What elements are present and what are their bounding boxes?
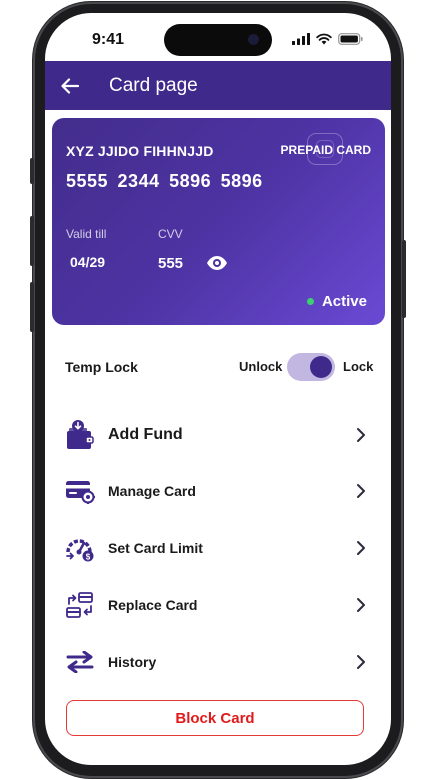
menu-item-label: Replace Card bbox=[108, 597, 198, 613]
wallet-download-icon bbox=[65, 420, 95, 450]
card-holder-name: XYZ JJIDO FIHHNJJD bbox=[66, 143, 214, 159]
toggle-knob bbox=[310, 356, 332, 378]
card-status: Active bbox=[306, 293, 367, 310]
chevron-right-icon bbox=[357, 598, 365, 612]
lock-label: Lock bbox=[343, 359, 374, 374]
menu-item-history[interactable]: History bbox=[65, 642, 371, 682]
back-button[interactable] bbox=[45, 61, 95, 110]
menu-item-add-fund[interactable]: Add Fund bbox=[65, 415, 371, 455]
temp-lock-toggle[interactable] bbox=[287, 353, 335, 381]
silent-switch bbox=[30, 158, 34, 184]
volume-up-button bbox=[30, 216, 34, 266]
menu-item-replace-card[interactable]: Replace Card bbox=[65, 585, 371, 625]
menu-item-manage-card[interactable]: Manage Card bbox=[65, 471, 371, 511]
chevron-right-icon bbox=[357, 428, 365, 442]
temp-lock-row: Temp Lock Unlock Lock bbox=[65, 353, 374, 383]
page-title: Card page bbox=[109, 74, 198, 96]
status-icons bbox=[292, 33, 363, 45]
chevron-right-icon bbox=[357, 484, 365, 498]
menu-item-label: Set Card Limit bbox=[108, 540, 203, 556]
wifi-icon bbox=[316, 33, 332, 45]
cvv-label: CVV bbox=[158, 227, 183, 241]
card-number: 5555 2344 5896 5896 bbox=[66, 171, 263, 191]
dynamic-island bbox=[164, 24, 272, 56]
card-swap-icon bbox=[65, 590, 95, 620]
power-button bbox=[402, 240, 406, 318]
cellular-signal-icon bbox=[292, 33, 310, 45]
chevron-right-icon bbox=[357, 655, 365, 669]
menu-item-label: Manage Card bbox=[108, 483, 196, 499]
volume-down-button bbox=[30, 282, 34, 332]
status-bar: 9:41 bbox=[45, 13, 391, 61]
valid-till-label: Valid till bbox=[66, 227, 107, 241]
svg-text:$: $ bbox=[86, 552, 91, 561]
arrow-left-icon bbox=[61, 77, 79, 94]
status-time: 9:41 bbox=[92, 31, 125, 48]
menu-item-set-card-limit[interactable]: $ Set Card Limit bbox=[65, 528, 371, 568]
speedometer-limit-icon: $ bbox=[65, 533, 95, 563]
card-settings-icon bbox=[65, 476, 95, 506]
eye-icon[interactable] bbox=[206, 255, 228, 271]
battery-icon bbox=[338, 33, 363, 45]
cvv-value: 555 bbox=[158, 255, 184, 272]
temp-lock-label: Temp Lock bbox=[65, 359, 138, 375]
menu-item-label: History bbox=[108, 654, 157, 670]
screen: 9:41 Card page XYZ JJIDO FIHHNJJD PREPAI… bbox=[45, 13, 391, 765]
menu-item-label: Add Fund bbox=[108, 426, 183, 443]
transfer-arrows-icon bbox=[65, 647, 95, 677]
app-bar: Card page bbox=[45, 61, 391, 110]
unlock-label: Unlock bbox=[239, 359, 283, 374]
prepaid-card[interactable]: XYZ JJIDO FIHHNJJD PREPAID CARD 5555 234… bbox=[52, 118, 385, 325]
status-dot-icon bbox=[306, 298, 314, 305]
card-type: PREPAID CARD bbox=[280, 143, 371, 157]
chevron-right-icon bbox=[357, 541, 365, 555]
valid-till-value: 04/29 bbox=[70, 254, 106, 270]
card-status-text: Active bbox=[321, 293, 367, 310]
block-card-button[interactable]: Block Card bbox=[66, 700, 364, 736]
